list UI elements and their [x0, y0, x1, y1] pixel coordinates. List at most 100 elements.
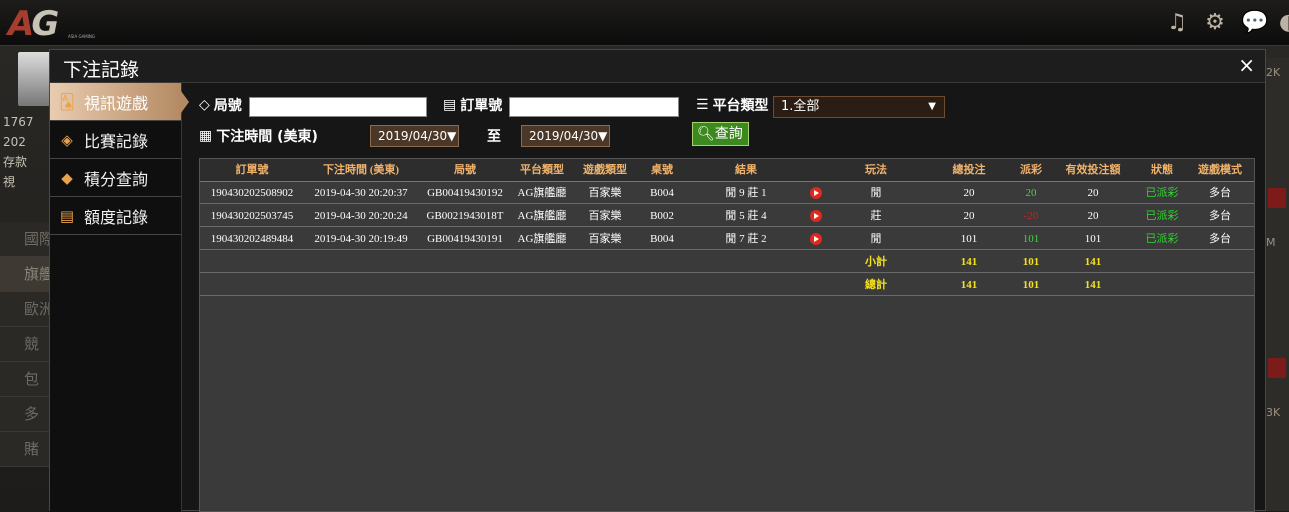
subtotal-total-bet: 141 [960, 256, 978, 268]
cell-status: 已派彩 [1145, 187, 1179, 199]
bet-records-table: 訂單號 下注時間 (美東) 局號 平台類型 遊戲類型 桌號 結果 玩法 總投注 … [199, 158, 1255, 512]
cell-bet-time: 2019-04-30 20:19:49 [314, 233, 408, 245]
replay-button[interactable] [806, 228, 826, 250]
menu-item-label: 視訊遊戲 [84, 93, 149, 113]
cell-game-mode: 多台 [1209, 233, 1231, 245]
bet-record-dialog: 下注記錄 × 🂡 視訊遊戲 ◈ 比賽記錄 ◆ 積分查詢 ▤ 額度記錄 ◇ 局號 ▤… [49, 49, 1266, 512]
bet-time-label: ▦ 下注時間 (美東) [199, 128, 318, 145]
platform-label: ☰ 平台類型 [696, 97, 769, 114]
cell-status: 已派彩 [1145, 233, 1179, 245]
table-row[interactable]: 190430202503745 2019-04-30 20:20:24 GB00… [200, 205, 1254, 227]
close-button[interactable]: × [1238, 53, 1255, 77]
date-to-select[interactable]: 2019/04/30▼ [521, 125, 610, 147]
table-row[interactable]: 190430202489484 2019-04-30 20:19:49 GB00… [200, 228, 1254, 250]
cell-bet-type: 閒 [870, 233, 882, 245]
game-no-input[interactable] [249, 97, 427, 117]
gear-icon[interactable]: ⚙ [1203, 10, 1227, 36]
platform-select[interactable]: 1.全部 ▼ [773, 96, 945, 118]
cell-bet-type: 莊 [870, 210, 882, 222]
cell-valid-bet: 101 [1084, 233, 1102, 245]
nav-item[interactable]: 多 [0, 397, 50, 432]
menu-item-video-games[interactable]: 🂡 視訊遊戲 [50, 83, 189, 121]
nav-item[interactable]: 歐洲 [0, 292, 50, 327]
cell-total-bet: 101 [960, 233, 978, 245]
chevron-down-icon: ▼ [598, 129, 608, 143]
col-header: 狀態 [1151, 164, 1173, 176]
cell-result: 閒 9 莊 1 [725, 187, 767, 199]
cell-bet-time: 2019-04-30 20:20:37 [314, 187, 408, 199]
deposit-link[interactable]: 存款 [0, 152, 50, 172]
table-row[interactable]: 190430202508902 2019-04-30 20:20:37 GB00… [200, 182, 1254, 204]
cell-game-mode: 多台 [1209, 210, 1231, 222]
cell-order-no: 190430202508902 [210, 187, 294, 199]
nav-item[interactable]: 國際 [0, 222, 50, 257]
top-icons: ♫ ⚙ 💬 ◐ [1165, 10, 1289, 36]
dialog-menu: 🂡 視訊遊戲 ◈ 比賽記錄 ◆ 積分查詢 ▤ 額度記錄 [50, 83, 189, 512]
game-no-label: ◇ 局號 [199, 97, 242, 114]
cell-game-no: GB00419430192 [427, 187, 503, 199]
nav-item[interactable]: 旗艦 [0, 257, 50, 292]
cell-payout: 101 [1022, 233, 1040, 245]
subtotal-row: 小計 141 101 141 [200, 251, 1254, 273]
nav-item[interactable]: 包 [0, 362, 50, 397]
col-header: 有效投注額 [1065, 164, 1121, 176]
calendar-icon: ▦ [199, 128, 213, 144]
cell-platform: AG旗艦廳 [517, 187, 567, 199]
cell-payout: 20 [1025, 187, 1037, 199]
cell-order-no: 190430202489484 [210, 233, 294, 245]
cell-table-no: B004 [650, 187, 674, 199]
play-icon [810, 210, 822, 223]
cell-game-no: GB0021943018T [426, 210, 504, 222]
strip-label: 3K [1266, 406, 1281, 419]
order-no-input[interactable] [509, 97, 679, 117]
date-from-select[interactable]: 2019/04/30▼ [370, 125, 459, 147]
cell-table-no: B004 [650, 233, 674, 245]
menu-item-match-records[interactable]: ◈ 比賽記錄 [50, 121, 181, 159]
grandtotal-label: 總計 [865, 279, 887, 291]
subtotal-label: 小計 [865, 256, 887, 268]
col-header: 桌號 [651, 164, 673, 176]
query-button[interactable]: 🔍︎查詢 [692, 122, 749, 146]
nav-item[interactable]: 競 [0, 327, 50, 362]
order-no-label: ▤ 訂單號 [443, 97, 503, 114]
menu-item-points-query[interactable]: ◆ 積分查詢 [50, 159, 181, 197]
cell-total-bet: 20 [963, 210, 975, 222]
side-info-count: 1767 [3, 115, 34, 129]
nav-item[interactable]: 賭 [0, 432, 50, 467]
cell-total-bet: 20 [963, 187, 975, 199]
menu-item-label: 積分查詢 [84, 169, 149, 189]
subtotal-valid-bet: 141 [1084, 256, 1102, 268]
col-header: 總投注 [952, 164, 986, 176]
col-header: 結果 [735, 164, 757, 176]
cell-result: 閒 7 莊 2 [725, 233, 767, 245]
table-header: 訂單號 下注時間 (美東) 局號 平台類型 遊戲類型 桌號 結果 玩法 總投注 … [200, 159, 1254, 182]
tag-icon: ◇ [199, 97, 210, 113]
chat-icon[interactable]: 💬 [1241, 10, 1268, 36]
menu-item-credit-records[interactable]: ▤ 額度記錄 [50, 197, 181, 235]
ag-logo: AG ASIA GAMING [8, 4, 96, 44]
music-icon[interactable]: ♫ [1165, 10, 1189, 36]
top-bar: AG ASIA GAMING ♫ ⚙ 💬 ◐ [0, 0, 1289, 46]
video-link[interactable]: 視 [0, 172, 50, 192]
replay-button[interactable] [806, 205, 826, 227]
menu-item-label: 比賽記錄 [84, 131, 149, 151]
col-header: 訂單號 [235, 164, 269, 176]
ticket-icon: ◈ [61, 130, 73, 149]
grandtotal-payout: 101 [1022, 279, 1040, 291]
cell-bet-time: 2019-04-30 20:20:24 [314, 210, 408, 222]
cell-game-mode: 多台 [1209, 187, 1231, 199]
cell-payout: -20 [1023, 210, 1039, 222]
cards-icon: 🂡 [59, 92, 75, 111]
cell-status: 已派彩 [1145, 210, 1179, 222]
partial-icon[interactable]: ◐ [1279, 10, 1289, 36]
col-header: 玩法 [865, 164, 887, 176]
chevron-down-icon: ▼ [447, 129, 457, 143]
col-header: 遊戲模式 [1198, 164, 1242, 176]
background-right-strip: 2K M 3K [1266, 58, 1289, 511]
document-icon: ▤ [59, 206, 75, 225]
cell-bet-type: 閒 [870, 187, 882, 199]
replay-button[interactable] [806, 182, 826, 204]
subtotal-payout: 101 [1022, 256, 1040, 268]
cell-valid-bet: 20 [1087, 187, 1099, 199]
cell-game-type: 百家樂 [588, 210, 622, 222]
